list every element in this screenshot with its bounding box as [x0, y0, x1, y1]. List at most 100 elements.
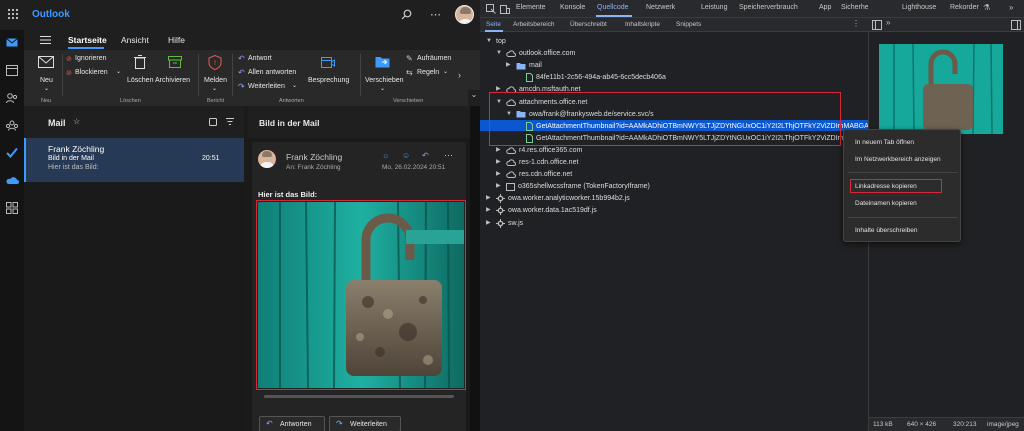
onedrive-icon[interactable]	[5, 176, 19, 184]
avatar[interactable]	[455, 5, 474, 24]
device-toolbar-icon[interactable]	[500, 4, 510, 14]
block-button[interactable]: Blockieren	[75, 69, 108, 76]
block-dropdown-icon[interactable]: ⌄	[116, 68, 121, 75]
menu-item-override[interactable]: Inhalte überschreiben	[855, 227, 918, 234]
tree-node[interactable]: 84fe11b1-2c56-494a-ab45-6cc5decb406a	[516, 72, 666, 83]
calendar-icon[interactable]	[6, 65, 18, 76]
emoji-icon[interactable]: ☺	[402, 151, 410, 160]
tree-node[interactable]: ▶ owa.worker.data.1ac519df.js	[486, 205, 597, 216]
tree-node[interactable]: ▶ owa.worker.analyticworker.15b994b2.js	[486, 193, 630, 204]
apps-icon[interactable]	[6, 202, 18, 214]
app-launcher-icon[interactable]	[7, 8, 19, 20]
tree-node[interactable]: ▶ mail	[506, 60, 542, 71]
subtab-arbeitsbereich[interactable]: Arbeitsbereich	[513, 21, 555, 28]
tab-lighthouse[interactable]: Lighthouse	[902, 4, 936, 11]
more-icon[interactable]: ⋮	[852, 19, 860, 28]
inspect-icon[interactable]	[486, 4, 496, 14]
expand-arrow-icon[interactable]: ▼	[496, 48, 503, 59]
tab-elemente[interactable]: Elemente	[516, 4, 546, 11]
new-button[interactable]: Neu	[40, 77, 53, 84]
reply-icon: ↶	[266, 419, 273, 428]
collapse-arrow-icon[interactable]: ▶	[486, 205, 493, 216]
reply-button[interactable]: Antwort	[248, 55, 272, 62]
menu-item-reveal-network[interactable]: Im Netzwerkbereich anzeigen	[855, 156, 941, 163]
meeting-button[interactable]: Besprechung	[308, 77, 349, 84]
reply-icon[interactable]: ↶	[422, 151, 429, 160]
move-button[interactable]: Verschieben	[365, 77, 404, 84]
report-button[interactable]: Melden	[204, 77, 227, 84]
tab-netzwerk[interactable]: Netzwerk	[646, 4, 675, 11]
tree-node[interactable]: ▶ sw.js	[486, 218, 523, 229]
people-icon[interactable]	[6, 93, 18, 104]
toggle-navigator-icon[interactable]	[872, 20, 882, 30]
more-icon[interactable]: ⋯	[430, 8, 441, 21]
forward-dropdown-icon[interactable]: ⌄	[292, 82, 297, 89]
report-dropdown-icon[interactable]: ⌄	[212, 85, 217, 92]
list-item[interactable]: Frank Zöchling Bild in der Mail 20:51 Hi…	[24, 138, 244, 182]
favorite-star-icon[interactable]: ☆	[73, 117, 80, 126]
todo-icon[interactable]	[6, 147, 18, 158]
delete-button[interactable]: Löschen	[127, 77, 153, 84]
tab-ansicht[interactable]: Ansicht	[121, 35, 149, 45]
more-tabs-icon[interactable]: »	[1009, 3, 1013, 12]
toggle-debugger-icon[interactable]	[1011, 20, 1021, 30]
tab-leistung[interactable]: Leistung	[701, 4, 727, 11]
sun-icon[interactable]: ☼	[382, 151, 389, 160]
tab-konsole[interactable]: Konsole	[560, 4, 585, 11]
ignore-button[interactable]: Ignorieren	[75, 55, 107, 62]
menu-item-open-new-tab[interactable]: In neuem Tab öffnen	[855, 139, 914, 146]
subtab-seite[interactable]: Seite	[486, 21, 501, 28]
hamburger-icon[interactable]	[40, 36, 51, 44]
tab-startseite[interactable]: Startseite	[68, 35, 107, 45]
collapse-arrow-icon[interactable]: ▶	[496, 169, 503, 180]
new-dropdown-icon[interactable]: ⌄	[44, 85, 49, 92]
tree-node[interactable]: ▶ r4.res.office365.com	[496, 145, 582, 156]
reply-all-button[interactable]: Allen antworten	[248, 69, 296, 76]
vertical-scrollbar[interactable]	[470, 106, 480, 431]
expand-arrow-icon[interactable]: ▼	[486, 36, 493, 47]
tree-node[interactable]: ▶ res.cdn.office.net	[496, 169, 572, 180]
tree-node[interactable]: ▼ top	[486, 36, 506, 47]
tab-speicherverbrauch[interactable]: Speicherverbrauch	[739, 4, 798, 11]
ribbon-expand-icon[interactable]: ⌄	[468, 90, 480, 106]
tab-app[interactable]: App	[819, 4, 831, 11]
groups-icon[interactable]	[6, 120, 18, 131]
ribbon-scroll-right-icon[interactable]: ›	[458, 70, 461, 80]
collapse-arrow-icon[interactable]: ▶	[486, 193, 493, 204]
collapse-arrow-icon[interactable]: ▶	[496, 181, 503, 192]
message-to: An: Frank Zöchling	[286, 164, 341, 171]
tab-quellcode[interactable]: Quellcode	[597, 4, 629, 11]
more-icon[interactable]: ⋯	[444, 150, 453, 161]
tab-rekorder[interactable]: Rekorder	[950, 4, 979, 11]
subtab-ueberschreibt[interactable]: Überschreibt	[570, 21, 607, 28]
rules-button[interactable]: Regeln	[417, 69, 439, 76]
flask-icon[interactable]: ⚗	[983, 3, 990, 12]
collapse-arrow-icon[interactable]: ▶	[486, 218, 493, 229]
tree-node[interactable]: ▼ outlook.office.com	[496, 48, 575, 59]
filter-icon[interactable]	[226, 118, 234, 125]
tab-hilfe[interactable]: Hilfe	[168, 35, 185, 45]
frame-icon	[506, 182, 515, 191]
subtab-snippets[interactable]: Snippets	[676, 21, 701, 28]
subtab-inhaltskripte[interactable]: Inhaltskripte	[625, 21, 660, 28]
tree-node[interactable]: ▶ o365shellwcssframe (TokenFactoryIframe)	[496, 181, 650, 192]
cleanup-button[interactable]: Aufräumen	[417, 55, 451, 62]
collapse-arrow-icon[interactable]: ▶	[496, 145, 503, 156]
forward-button[interactable]: Weiterleiten	[248, 83, 285, 90]
mail-icon[interactable]	[6, 38, 18, 47]
collapse-arrow-icon[interactable]: ▶	[496, 157, 503, 168]
collapse-arrow-icon[interactable]: ▶	[506, 60, 513, 71]
rules-dropdown-icon[interactable]: ⌄	[443, 68, 448, 75]
search-icon[interactable]	[401, 9, 412, 20]
select-icon[interactable]	[209, 118, 217, 126]
reply-action-button[interactable]: ↶ Antworten	[259, 416, 325, 431]
tree-node[interactable]: ▶ res-1.cdn.office.net	[496, 157, 578, 168]
list-item-subject: Bild in der Mail	[48, 155, 94, 162]
image-scrollbar[interactable]	[264, 395, 454, 398]
move-dropdown-icon[interactable]: ⌄	[380, 85, 385, 92]
archive-button[interactable]: Archivieren	[155, 77, 190, 84]
more-icon[interactable]: »	[886, 18, 890, 27]
new-mail-icon[interactable]	[38, 56, 54, 68]
forward-action-button[interactable]: ↷ Weiterleiten	[329, 416, 401, 431]
menu-item-copy-filename[interactable]: Dateinamen kopieren	[855, 200, 917, 207]
